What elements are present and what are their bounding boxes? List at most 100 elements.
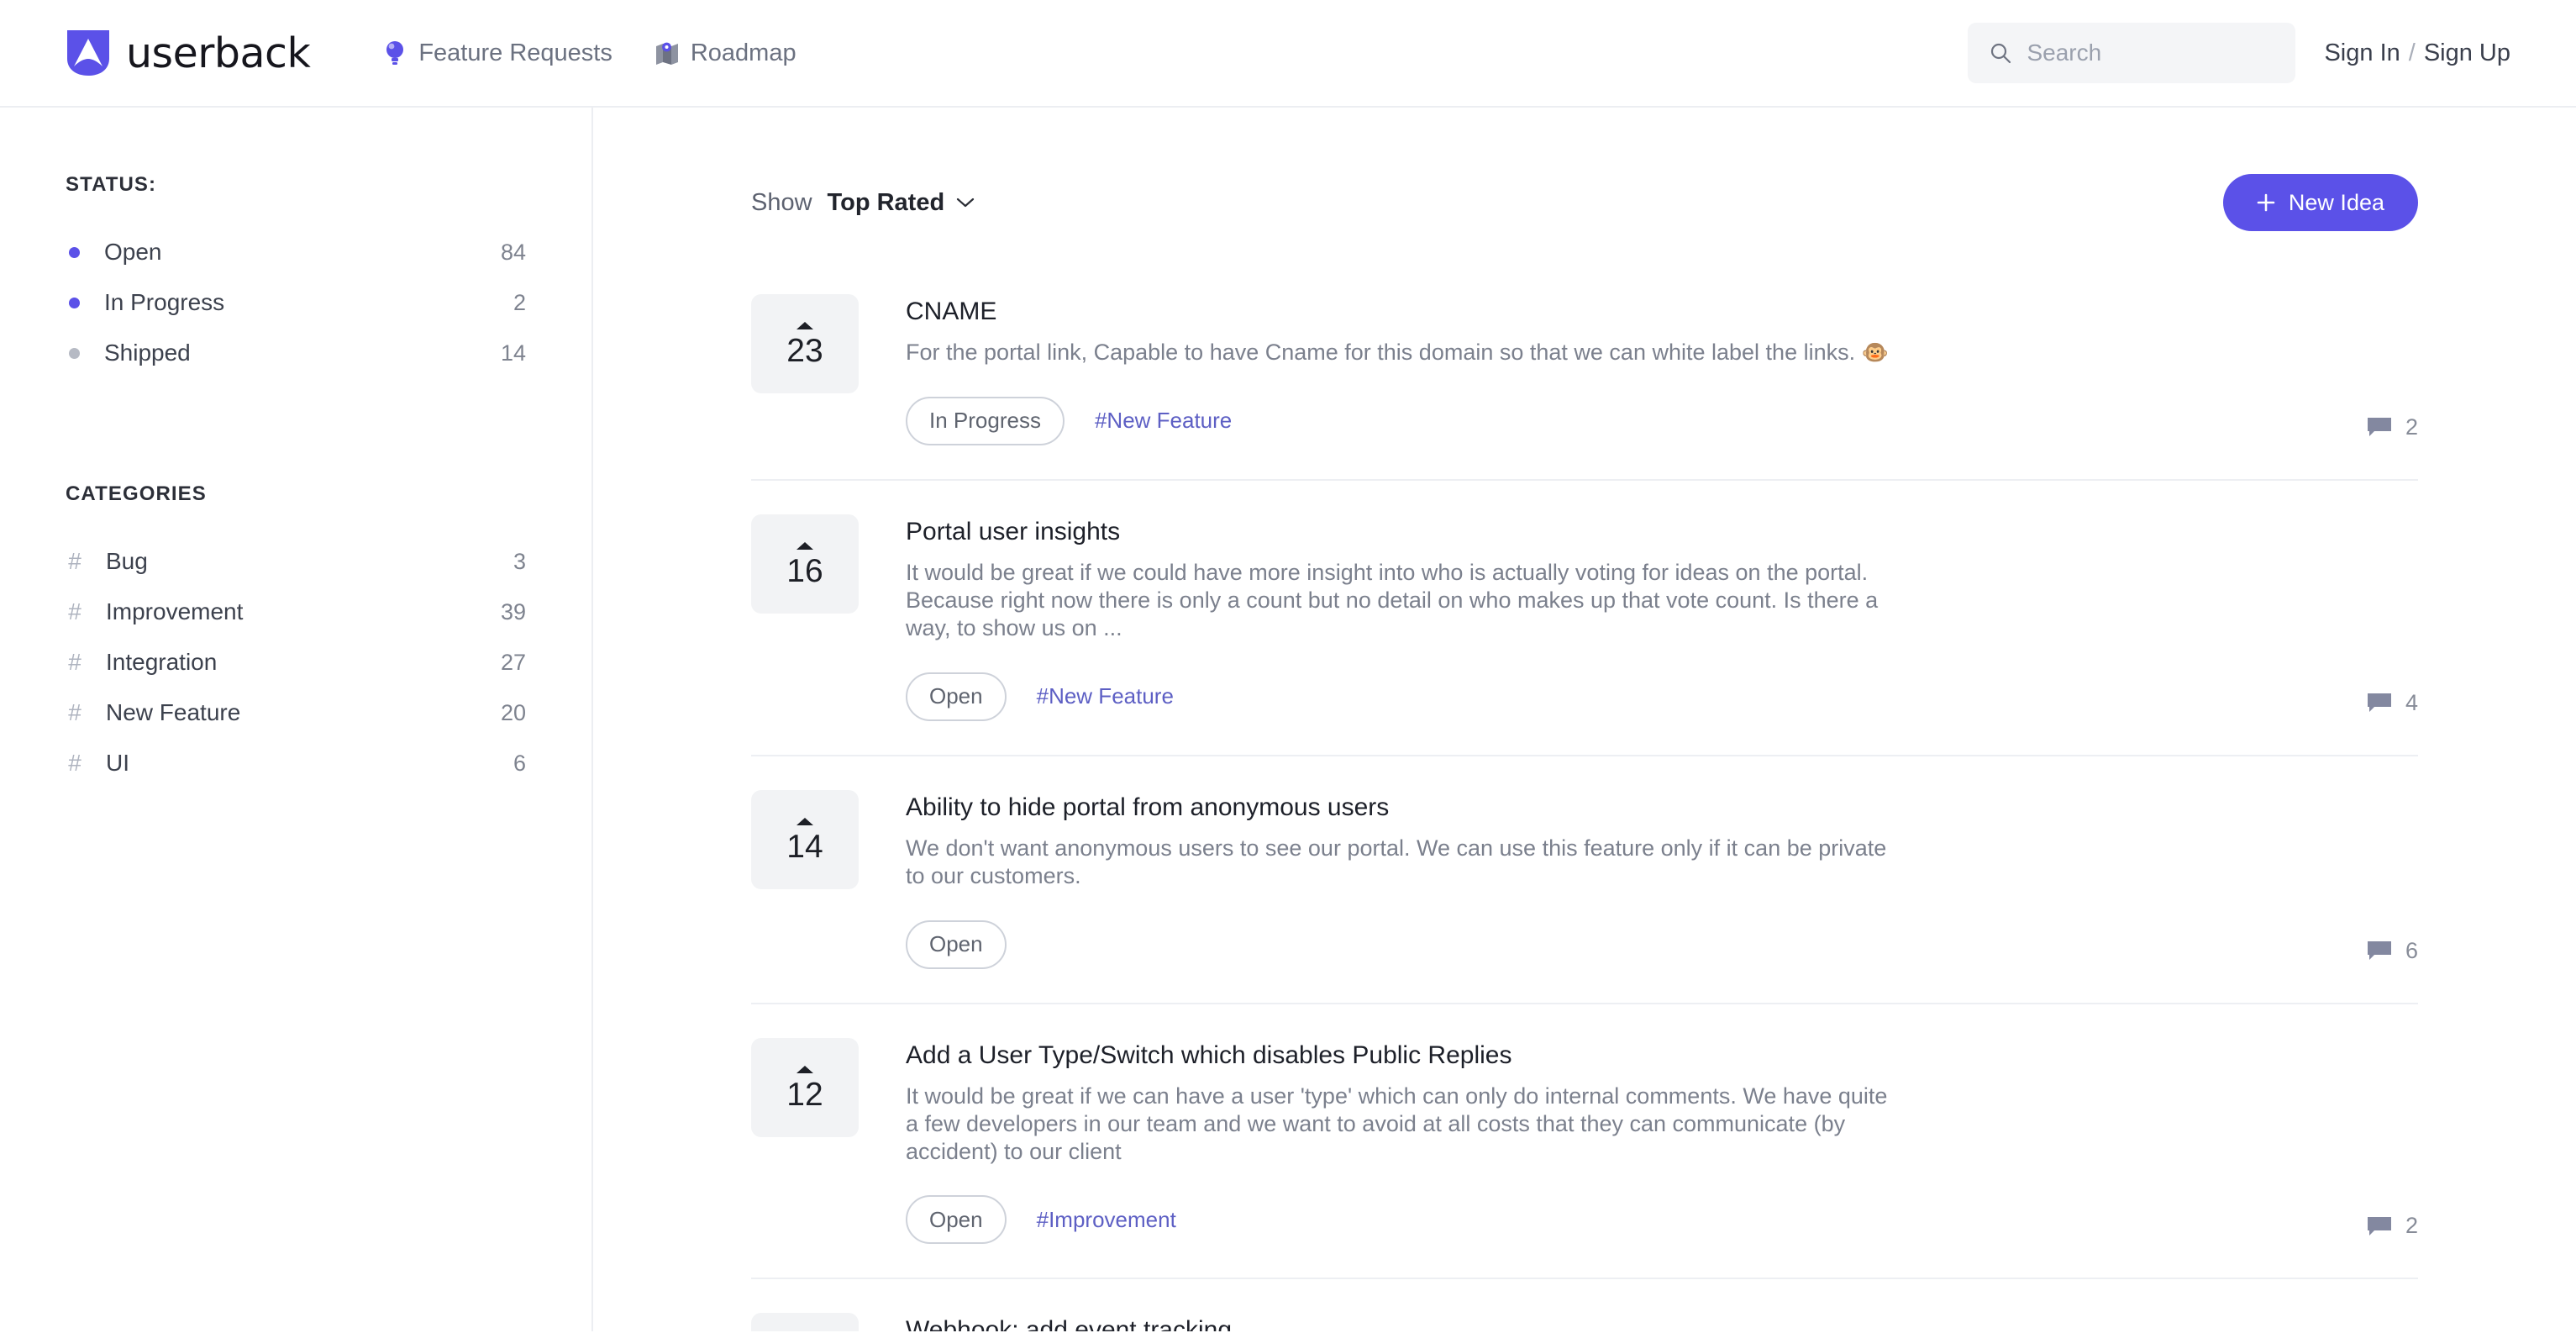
idea-tags[interactable]: #New Feature (1095, 408, 1232, 434)
status-label-open: Open (104, 239, 162, 265)
sidebar-item-ui[interactable]: # UI 6 (66, 738, 526, 788)
status-badge[interactable]: Open (906, 1195, 1007, 1245)
vote-button[interactable]: 14 (751, 789, 859, 889)
status-dot-shipped (69, 347, 80, 359)
show-label: Show (751, 188, 812, 216)
status-badge[interactable]: Open (906, 919, 1007, 969)
vote-button[interactable]: 11 (751, 1313, 859, 1331)
sidebar-item-shipped[interactable]: Shipped 14 (66, 328, 526, 378)
filter-sidebar: STATUS: Open 84 In Progress 2 Shipped 14… (0, 108, 593, 1331)
sidebar-item-bug[interactable]: # Bug 3 (66, 536, 526, 587)
status-heading: STATUS: (66, 173, 157, 196)
status-label-in-progress: In Progress (104, 289, 225, 315)
status-count-open: 84 (500, 239, 526, 265)
vote-count: 16 (786, 552, 823, 589)
idea-list-item[interactable]: 16 Portal user insights It would be grea… (751, 481, 2418, 756)
idea-tags[interactable]: #New Feature (1037, 683, 1174, 709)
brand-logo-link[interactable]: userback (66, 29, 311, 77)
hash-icon: # (68, 548, 81, 574)
categories-list: # Bug 3 # Improvement 39 # Integration 2… (66, 536, 526, 788)
idea-meta: Open #New Feature (906, 672, 2418, 721)
header-right-group: Sign In / Sign Up (1968, 23, 2510, 83)
hash-icon: # (68, 598, 81, 624)
category-count-new-feature: 20 (500, 699, 526, 725)
new-idea-button[interactable]: New Idea (2222, 174, 2418, 231)
nav-item-feature-requests[interactable]: Feature Requests (382, 40, 612, 67)
category-label-new-feature: New Feature (106, 699, 241, 725)
brand-name: userback (126, 29, 311, 77)
category-label-improvement: Improvement (106, 598, 244, 624)
idea-title[interactable]: Ability to hide portal from anonymous us… (906, 793, 2418, 822)
comment-count-group[interactable]: 4 (2367, 690, 2418, 716)
search-icon (1991, 43, 2011, 64)
idea-body: Add a User Type/Switch which disables Pu… (906, 1038, 2418, 1245)
nav-label-feature-requests: Feature Requests (418, 39, 612, 66)
vote-count: 23 (786, 333, 823, 369)
status-label-shipped: Shipped (104, 340, 191, 366)
idea-title[interactable]: Add a User Type/Switch which disables Pu… (906, 1041, 2418, 1070)
status-badge[interactable]: Open (906, 672, 1007, 721)
comment-count: 6 (2405, 937, 2418, 963)
status-count-shipped: 14 (500, 340, 526, 366)
search-box[interactable] (1968, 23, 2296, 83)
sidebar-item-open[interactable]: Open 84 (66, 227, 526, 277)
idea-title[interactable]: Webhook: add event tracking (906, 1316, 2418, 1331)
ideas-toolbar: Show Top Rated New Idea (751, 108, 2418, 261)
vote-button[interactable]: 16 (751, 514, 859, 614)
idea-list-item[interactable]: 23 CNAME For the portal link, Capable to… (751, 261, 2418, 481)
idea-description: It would be great if we can have a user … (906, 1083, 1888, 1164)
idea-list-item[interactable]: 12 Add a User Type/Switch which disables… (751, 1004, 2418, 1280)
idea-meta: Open #Improvement (906, 1195, 2418, 1245)
main-nav: Feature Requests Roadmap (382, 40, 796, 67)
status-list: Open 84 In Progress 2 Shipped 14 (66, 227, 526, 378)
upvote-caret-icon (796, 817, 813, 825)
idea-list-item[interactable]: 14 Ability to hide portal from anonymous… (751, 756, 2418, 1004)
categories-heading: CATEGORIES (66, 482, 207, 505)
auth-separator: / (2408, 39, 2416, 66)
userback-shield-logo-icon (67, 30, 109, 76)
sign-up-link[interactable]: Sign Up (2424, 40, 2510, 67)
idea-body: Webhook: add event tracking This current… (906, 1313, 2418, 1331)
vote-button[interactable]: 23 (751, 294, 859, 393)
sidebar-item-improvement[interactable]: # Improvement 39 (66, 587, 526, 637)
idea-description: It would be great if we could have more … (906, 559, 1879, 640)
category-label-integration: Integration (106, 649, 218, 675)
idea-body: Ability to hide portal from anonymous us… (906, 790, 2418, 969)
status-dot-in-progress (69, 297, 80, 308)
category-label-ui: UI (106, 750, 129, 776)
comment-count: 2 (2405, 414, 2418, 440)
category-count-ui: 6 (513, 750, 526, 776)
sidebar-item-integration[interactable]: # Integration 27 (66, 637, 526, 688)
map-pin-icon (655, 42, 678, 65)
idea-tags[interactable]: #Improvement (1037, 1207, 1176, 1233)
idea-meta: In Progress #New Feature (906, 396, 2418, 445)
plus-icon (2257, 193, 2275, 212)
idea-title[interactable]: Portal user insights (906, 518, 2418, 546)
vote-button[interactable]: 12 (751, 1037, 859, 1137)
sidebar-item-new-feature[interactable]: # New Feature 20 (66, 688, 526, 738)
idea-list-item[interactable]: 11 Webhook: add event tracking This curr… (751, 1279, 2418, 1331)
search-input[interactable] (2027, 40, 2274, 66)
upvote-caret-icon (796, 322, 813, 329)
hash-icon: # (68, 750, 81, 776)
comment-count-group[interactable]: 2 (2367, 414, 2418, 440)
hash-icon: # (68, 649, 81, 675)
status-badge[interactable]: In Progress (906, 396, 1065, 445)
idea-list: 23 CNAME For the portal link, Capable to… (751, 261, 2418, 1331)
status-dot-open (69, 246, 80, 258)
sort-dropdown[interactable]: Top Rated (828, 189, 975, 217)
comment-count-group[interactable]: 2 (2367, 1213, 2418, 1239)
idea-body: CNAME For the portal link, Capable to ha… (906, 294, 2418, 445)
nav-item-roadmap[interactable]: Roadmap (655, 40, 796, 67)
sidebar-item-in-progress[interactable]: In Progress 2 (66, 277, 526, 328)
hash-icon: # (68, 699, 81, 725)
comment-count: 2 (2405, 1213, 2418, 1239)
idea-title[interactable]: CNAME (906, 298, 2418, 326)
comment-count-group[interactable]: 6 (2367, 938, 2418, 964)
status-count-in-progress: 2 (513, 289, 526, 315)
category-count-bug: 3 (513, 548, 526, 574)
idea-description-text: For the portal link, Capable to have Cna… (906, 340, 1856, 365)
lightbulb-icon (386, 41, 404, 65)
sign-in-link[interactable]: Sign In (2324, 40, 2400, 67)
